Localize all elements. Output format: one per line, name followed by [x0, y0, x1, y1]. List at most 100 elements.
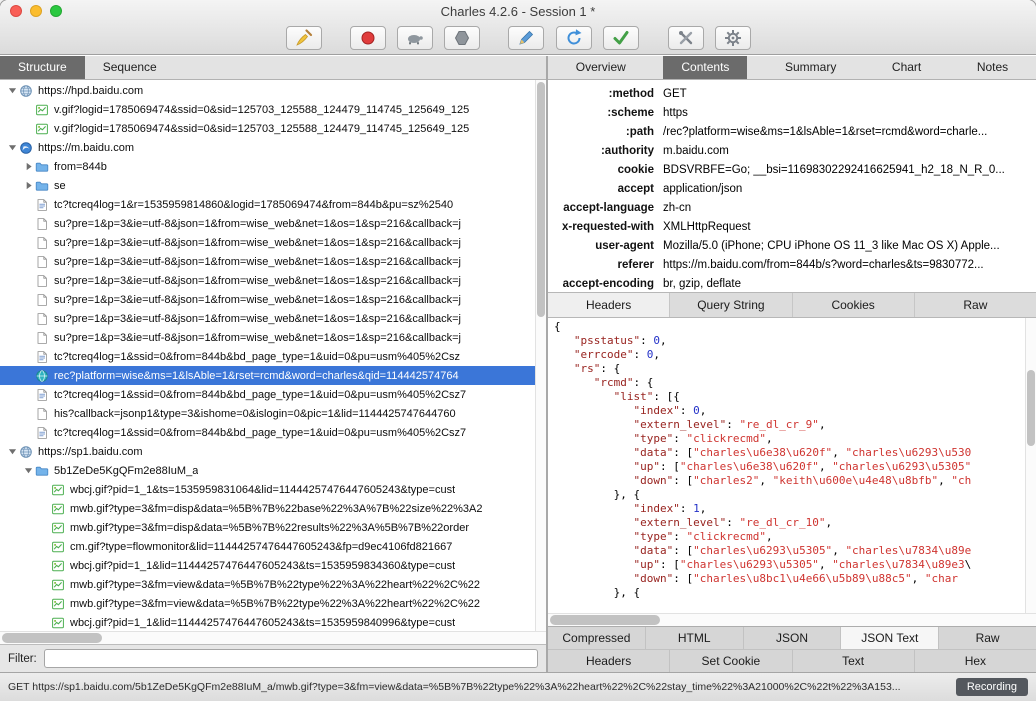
tab-sequence[interactable]: Sequence	[85, 56, 175, 79]
tab-structure[interactable]: Structure	[0, 56, 85, 79]
json-line: "down": ["charles\u8bc1\u4e66\u5b89\u88c…	[633, 572, 959, 585]
json-line: "type": "clickrecmd",	[633, 530, 773, 543]
tree-row[interactable]: tc?tcreq4log=1&ssid=0&from=844b&bd_page_…	[0, 423, 535, 442]
response-view-tab-compressed[interactable]: Compressed	[548, 627, 646, 649]
tree-vertical-scrollbar-thumb[interactable]	[537, 82, 545, 317]
doc-icon	[35, 198, 50, 212]
breakpoints-button[interactable]	[443, 26, 480, 50]
gear-icon	[723, 28, 743, 48]
body-vertical-scrollbar-thumb[interactable]	[1027, 370, 1035, 446]
node-label: https://hpd.baidu.com	[38, 84, 144, 97]
tab-summary[interactable]: Summary	[767, 56, 854, 79]
node-label: from=844b	[54, 160, 107, 173]
node-label: cm.gif?type=flowmonitor&lid=114442574764…	[70, 540, 453, 553]
response-view-tab-text[interactable]: Text	[793, 650, 915, 672]
response-view-tab-json[interactable]: JSON	[744, 627, 842, 649]
response-view-tab-hex[interactable]: Hex	[915, 650, 1036, 672]
tree-horizontal-scrollbar[interactable]	[0, 631, 546, 644]
tab-overview[interactable]: Overview	[558, 56, 644, 79]
settings-button[interactable]	[714, 26, 751, 50]
body-horizontal-scrollbar-thumb[interactable]	[550, 615, 660, 625]
response-view-tab-html[interactable]: HTML	[646, 627, 744, 649]
tree-row[interactable]: tc?tcreq4log=1&ssid=0&from=844b&bd_page_…	[0, 385, 535, 404]
disclosure-closed-icon[interactable]	[22, 181, 35, 190]
tree-row[interactable]: mwb.gif?type=3&fm=disp&data=%5B%7B%22bas…	[0, 499, 535, 518]
tree-row[interactable]: su?pre=1&p=3&ie=utf-8&json=1&from=wise_w…	[0, 309, 535, 328]
response-view-tab-json-text[interactable]: JSON Text	[841, 627, 940, 649]
node-label: mwb.gif?type=3&fm=view&data=%5B%7B%22typ…	[70, 597, 480, 610]
header-row: accept-language zh-cn	[548, 198, 1036, 217]
tree-row[interactable]: su?pre=1&p=3&ie=utf-8&json=1&from=wise_w…	[0, 328, 535, 347]
zoom-window-button[interactable]	[50, 5, 62, 17]
tree-row[interactable]: tc?tcreq4log=1&ssid=0&from=844b&bd_page_…	[0, 347, 535, 366]
disclosure-open-icon[interactable]	[6, 143, 19, 152]
doc-plain-icon	[35, 236, 50, 250]
tree-row[interactable]: mwb.gif?type=3&fm=view&data=%5B%7B%22typ…	[0, 575, 535, 594]
request-view-tab-cookies[interactable]: Cookies	[793, 293, 915, 317]
record-button[interactable]	[349, 26, 386, 50]
tree-horizontal-scrollbar-thumb[interactable]	[2, 633, 102, 643]
disclosure-closed-icon[interactable]	[22, 162, 35, 171]
tree-row[interactable]: v.gif?logid=1785069474&ssid=0&sid=125703…	[0, 119, 535, 138]
tree-row[interactable]: wbcj.gif?pid=1_1&lid=1144425747644760524…	[0, 613, 535, 631]
response-view-tab-set-cookie[interactable]: Set Cookie	[670, 650, 793, 672]
tab-contents[interactable]: Contents	[663, 56, 748, 79]
header-name: referer	[617, 258, 654, 271]
json-line: "list": [{	[613, 390, 680, 403]
tree-row[interactable]: wbcj.gif?pid=1_1&lid=1144425747644760524…	[0, 556, 535, 575]
tree-row[interactable]: 5b1ZeDe5KgQFm2e88IuM_a	[0, 461, 535, 480]
disclosure-open-icon[interactable]	[6, 86, 19, 95]
tree-row[interactable]: se	[0, 176, 535, 195]
repeat-button[interactable]	[555, 26, 592, 50]
tree-row[interactable]: v.gif?logid=1785069474&ssid=0&sid=125703…	[0, 100, 535, 119]
request-view-tab-raw[interactable]: Raw	[915, 293, 1036, 317]
json-line: "data": ["charles\u6e38\u620f", "charles…	[633, 446, 972, 459]
tree-row[interactable]: https://m.baidu.com	[0, 138, 535, 157]
filter-input[interactable]	[43, 649, 538, 668]
close-window-button[interactable]	[10, 5, 22, 17]
body-horizontal-scrollbar[interactable]	[548, 613, 1036, 626]
tab-chart[interactable]: Chart	[874, 56, 939, 79]
tree-row[interactable]: https://hpd.baidu.com	[0, 81, 535, 100]
window-title: Charles 4.2.6 - Session 1 *	[440, 3, 596, 19]
tree-row[interactable]: cm.gif?type=flowmonitor&lid=114442574764…	[0, 537, 535, 556]
tree-row[interactable]: his?callback=jsonp1&type=3&ishome=0&islo…	[0, 404, 535, 423]
disclosure-open-icon[interactable]	[6, 447, 19, 456]
tree-row[interactable]: wbcj.gif?pid=1_1&ts=1535959831064&lid=11…	[0, 480, 535, 499]
tree-row[interactable]: https://sp1.baidu.com	[0, 442, 535, 461]
tree-row[interactable]: mwb.gif?type=3&fm=disp&data=%5B%7B%22res…	[0, 518, 535, 537]
disclosure-open-icon[interactable]	[22, 466, 35, 475]
response-view-tab-raw[interactable]: Raw	[939, 627, 1036, 649]
tools-button[interactable]	[667, 26, 704, 50]
tree-row[interactable]: mwb.gif?type=3&fm=view&data=%5B%7B%22typ…	[0, 594, 535, 613]
tree-vertical-scrollbar[interactable]	[535, 80, 546, 631]
charles-window: Charles 4.2.6 - Session 1 * Structure Seq…	[0, 0, 1036, 701]
tree-row[interactable]: from=844b	[0, 157, 535, 176]
tree-row[interactable]: su?pre=1&p=3&ie=utf-8&json=1&from=wise_w…	[0, 252, 535, 271]
throttle-button[interactable]	[396, 26, 433, 50]
compose-button[interactable]	[507, 26, 544, 50]
tree-row[interactable]: rec?platform=wise&ms=1&lsAble=1&rset=rcm…	[0, 366, 535, 385]
right-panel-tabs: Overview Contents Summary Chart Notes	[548, 56, 1036, 80]
validate-button[interactable]	[602, 26, 639, 50]
doc-icon	[35, 426, 50, 440]
node-label: su?pre=1&p=3&ie=utf-8&json=1&from=wise_w…	[54, 293, 461, 306]
recording-badge[interactable]: Recording	[955, 678, 1028, 696]
tree-row[interactable]: su?pre=1&p=3&ie=utf-8&json=1&from=wise_w…	[0, 271, 535, 290]
tab-notes[interactable]: Notes	[959, 56, 1026, 79]
response-view-tab-headers[interactable]: Headers	[548, 650, 671, 672]
request-view-tab-query-string[interactable]: Query String	[670, 293, 793, 317]
tree-row[interactable]: su?pre=1&p=3&ie=utf-8&json=1&from=wise_w…	[0, 214, 535, 233]
header-name: :scheme	[607, 106, 654, 119]
tree-row[interactable]: su?pre=1&p=3&ie=utf-8&json=1&from=wise_w…	[0, 233, 535, 252]
tree-row[interactable]: su?pre=1&p=3&ie=utf-8&json=1&from=wise_w…	[0, 290, 535, 309]
tree-row[interactable]: tc?tcreq4log=1&r=1535959814860&logid=178…	[0, 195, 535, 214]
request-view-tab-headers[interactable]: Headers	[548, 293, 671, 317]
node-label: mwb.gif?type=3&fm=disp&data=%5B%7B%22res…	[70, 521, 469, 534]
node-label: su?pre=1&p=3&ie=utf-8&json=1&from=wise_w…	[54, 312, 461, 325]
gif-icon	[51, 540, 66, 554]
clear-session-button[interactable]	[285, 26, 322, 50]
minimize-window-button[interactable]	[30, 5, 42, 17]
json-line: "down": ["charles2", "keith\u600e\u4e48\…	[633, 474, 972, 487]
body-vertical-scrollbar[interactable]	[1025, 318, 1036, 613]
